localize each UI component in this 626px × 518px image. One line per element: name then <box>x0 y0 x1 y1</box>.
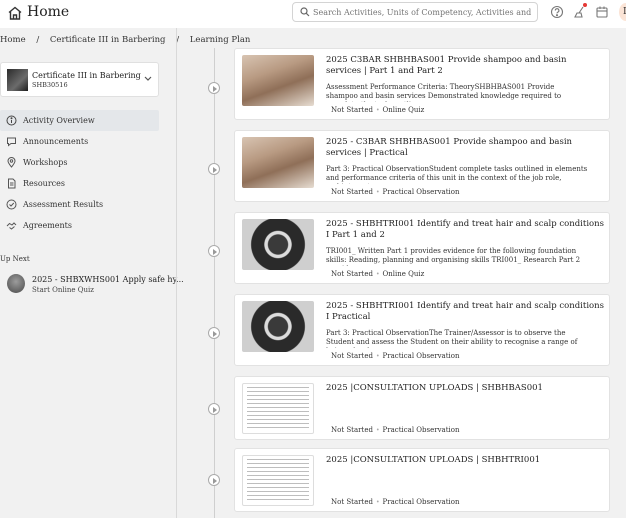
activity-card[interactable]: 2025 |CONSULTATION UPLOADS | SHBHBAS001 … <box>234 376 610 440</box>
handshake-icon <box>6 222 17 230</box>
activity-type: Practical Observation <box>376 352 460 360</box>
activity-thumbnail <box>242 219 314 270</box>
search-input[interactable] <box>313 4 533 20</box>
document-icon <box>8 178 16 189</box>
sidebar-item-announcements[interactable]: Announcements <box>0 131 159 152</box>
activity-type: Practical Observation <box>376 498 460 506</box>
activity-description: Part 3: Practical ObservationStudent com… <box>326 165 588 184</box>
activity-title[interactable]: 2025 - C3BAR SHBHBAS001 Provide shampoo … <box>326 137 604 159</box>
top-bar: Home I <box>0 0 626 28</box>
page-title[interactable]: Home <box>27 4 69 20</box>
search-icon <box>300 7 310 17</box>
up-next-card[interactable]: 2025 - SHBXWHS001 Apply safe hy... Start… <box>0 272 184 298</box>
play-icon[interactable] <box>208 403 220 415</box>
chevron-down-icon[interactable] <box>144 76 152 82</box>
course-title: Certificate III in Barbering <box>32 71 141 80</box>
sidebar-item-label: Agreements <box>23 221 72 230</box>
activity-card[interactable]: 2025 - C3BAR SHBHBAS001 Provide shampoo … <box>234 130 610 202</box>
up-next-start-link[interactable]: Start Online Quiz <box>32 286 94 294</box>
sidebar-item-label: Resources <box>23 179 65 188</box>
activity-title[interactable]: 2025 - SHBHTRI001 Identify and treat hai… <box>326 301 604 323</box>
status-badge: Not Started <box>331 352 373 360</box>
sidebar-divider <box>176 28 177 518</box>
sidebar-item-label: Announcements <box>23 137 89 146</box>
timeline-line <box>214 48 215 518</box>
activity-type: Practical Observation <box>376 188 460 196</box>
activity-thumbnail <box>242 55 314 106</box>
activity-title[interactable]: 2025 |CONSULTATION UPLOADS | SHBHTRI001 <box>326 455 604 466</box>
status-badge: Not Started <box>331 106 373 114</box>
activity-thumbnail <box>242 455 314 506</box>
sidebar-item-resources[interactable]: Resources <box>0 173 159 194</box>
course-selector[interactable]: Certificate III in Barbering SHB30516 <box>0 62 159 97</box>
activity-title[interactable]: 2025 C3BAR SHBHBAS001 Provide shampoo an… <box>326 55 604 77</box>
activity-card[interactable]: 2025 |CONSULTATION UPLOADS | SHBHTRI001 … <box>234 448 610 512</box>
sidebar-item-assessment-results[interactable]: Assessment Results <box>0 194 159 215</box>
check-circle-icon <box>6 199 17 210</box>
activity-type: Online Quiz <box>376 270 425 278</box>
activity-thumbnail <box>242 383 314 434</box>
play-icon[interactable] <box>208 82 220 94</box>
status-badge: Not Started <box>331 426 373 434</box>
up-next-label: Up Next <box>0 255 30 263</box>
calendar-icon[interactable] <box>595 5 609 19</box>
sidebar-item-workshops[interactable]: Workshops <box>0 152 159 173</box>
play-icon[interactable] <box>208 327 220 339</box>
play-icon[interactable] <box>208 474 220 486</box>
activity-title[interactable]: 2025 |CONSULTATION UPLOADS | SHBHBAS001 <box>326 383 604 394</box>
status-badge: Not Started <box>331 188 373 196</box>
activity-thumbnail <box>242 137 314 188</box>
chat-bubble-icon <box>7 137 16 147</box>
breadcrumb-separator: / <box>36 35 40 45</box>
status-badge: Not Started <box>331 498 373 506</box>
activity-type: Online Quiz <box>376 106 425 114</box>
user-avatar[interactable]: I <box>619 3 626 21</box>
search-box[interactable] <box>292 2 538 22</box>
course-thumbnail <box>7 69 28 91</box>
up-next-title: 2025 - SHBXWHS001 Apply safe hy... <box>32 275 184 284</box>
up-next-thumbnail <box>7 274 25 293</box>
sidebar-item-label: Workshops <box>23 158 68 167</box>
breadcrumb-course[interactable]: Certificate III in Barbering <box>50 35 166 45</box>
activity-card[interactable]: 2025 - SHBHTRI001 Identify and treat hai… <box>234 294 610 366</box>
sidebar-item-activity-overview[interactable]: Activity Overview <box>0 110 159 131</box>
breadcrumb: Home / Certificate III in Barbering / Le… <box>0 35 250 49</box>
play-icon[interactable] <box>208 163 220 175</box>
sidebar: Certificate III in Barbering SHB30516 Ac… <box>0 62 184 518</box>
activity-description: TRI001_ Written Part 1 provides evidence… <box>326 247 581 266</box>
activity-card[interactable]: 2025 C3BAR SHBHBAS001 Provide shampoo an… <box>234 48 610 120</box>
help-icon[interactable] <box>550 5 564 19</box>
activity-description: Part 3: Practical ObservationThe Trainer… <box>326 329 578 348</box>
breadcrumb-learning-plan[interactable]: Learning Plan <box>190 35 251 45</box>
sidebar-nav: Activity Overview Announcements Workshop… <box>0 110 159 236</box>
activity-title[interactable]: 2025 - SHBHTRI001 Identify and treat hai… <box>326 219 604 241</box>
sidebar-item-label: Assessment Results <box>23 200 104 209</box>
play-icon[interactable] <box>208 245 220 257</box>
breadcrumb-home[interactable]: Home <box>0 35 26 45</box>
status-badge: Not Started <box>331 270 373 278</box>
course-code: SHB30516 <box>32 81 68 89</box>
activity-description: Assessment Performance Criteria: TheoryS… <box>326 83 562 102</box>
activity-type: Practical Observation <box>376 426 460 434</box>
map-pin-icon <box>7 157 16 168</box>
home-icon[interactable] <box>7 5 23 21</box>
activity-thumbnail <box>242 301 314 352</box>
sidebar-item-label: Activity Overview <box>23 116 95 125</box>
info-circle-icon <box>6 115 17 126</box>
notification-dot <box>583 3 587 7</box>
broom-icon[interactable] <box>573 5 587 19</box>
activity-card[interactable]: 2025 - SHBHTRI001 Identify and treat hai… <box>234 212 610 284</box>
sidebar-item-agreements[interactable]: Agreements <box>0 215 159 236</box>
